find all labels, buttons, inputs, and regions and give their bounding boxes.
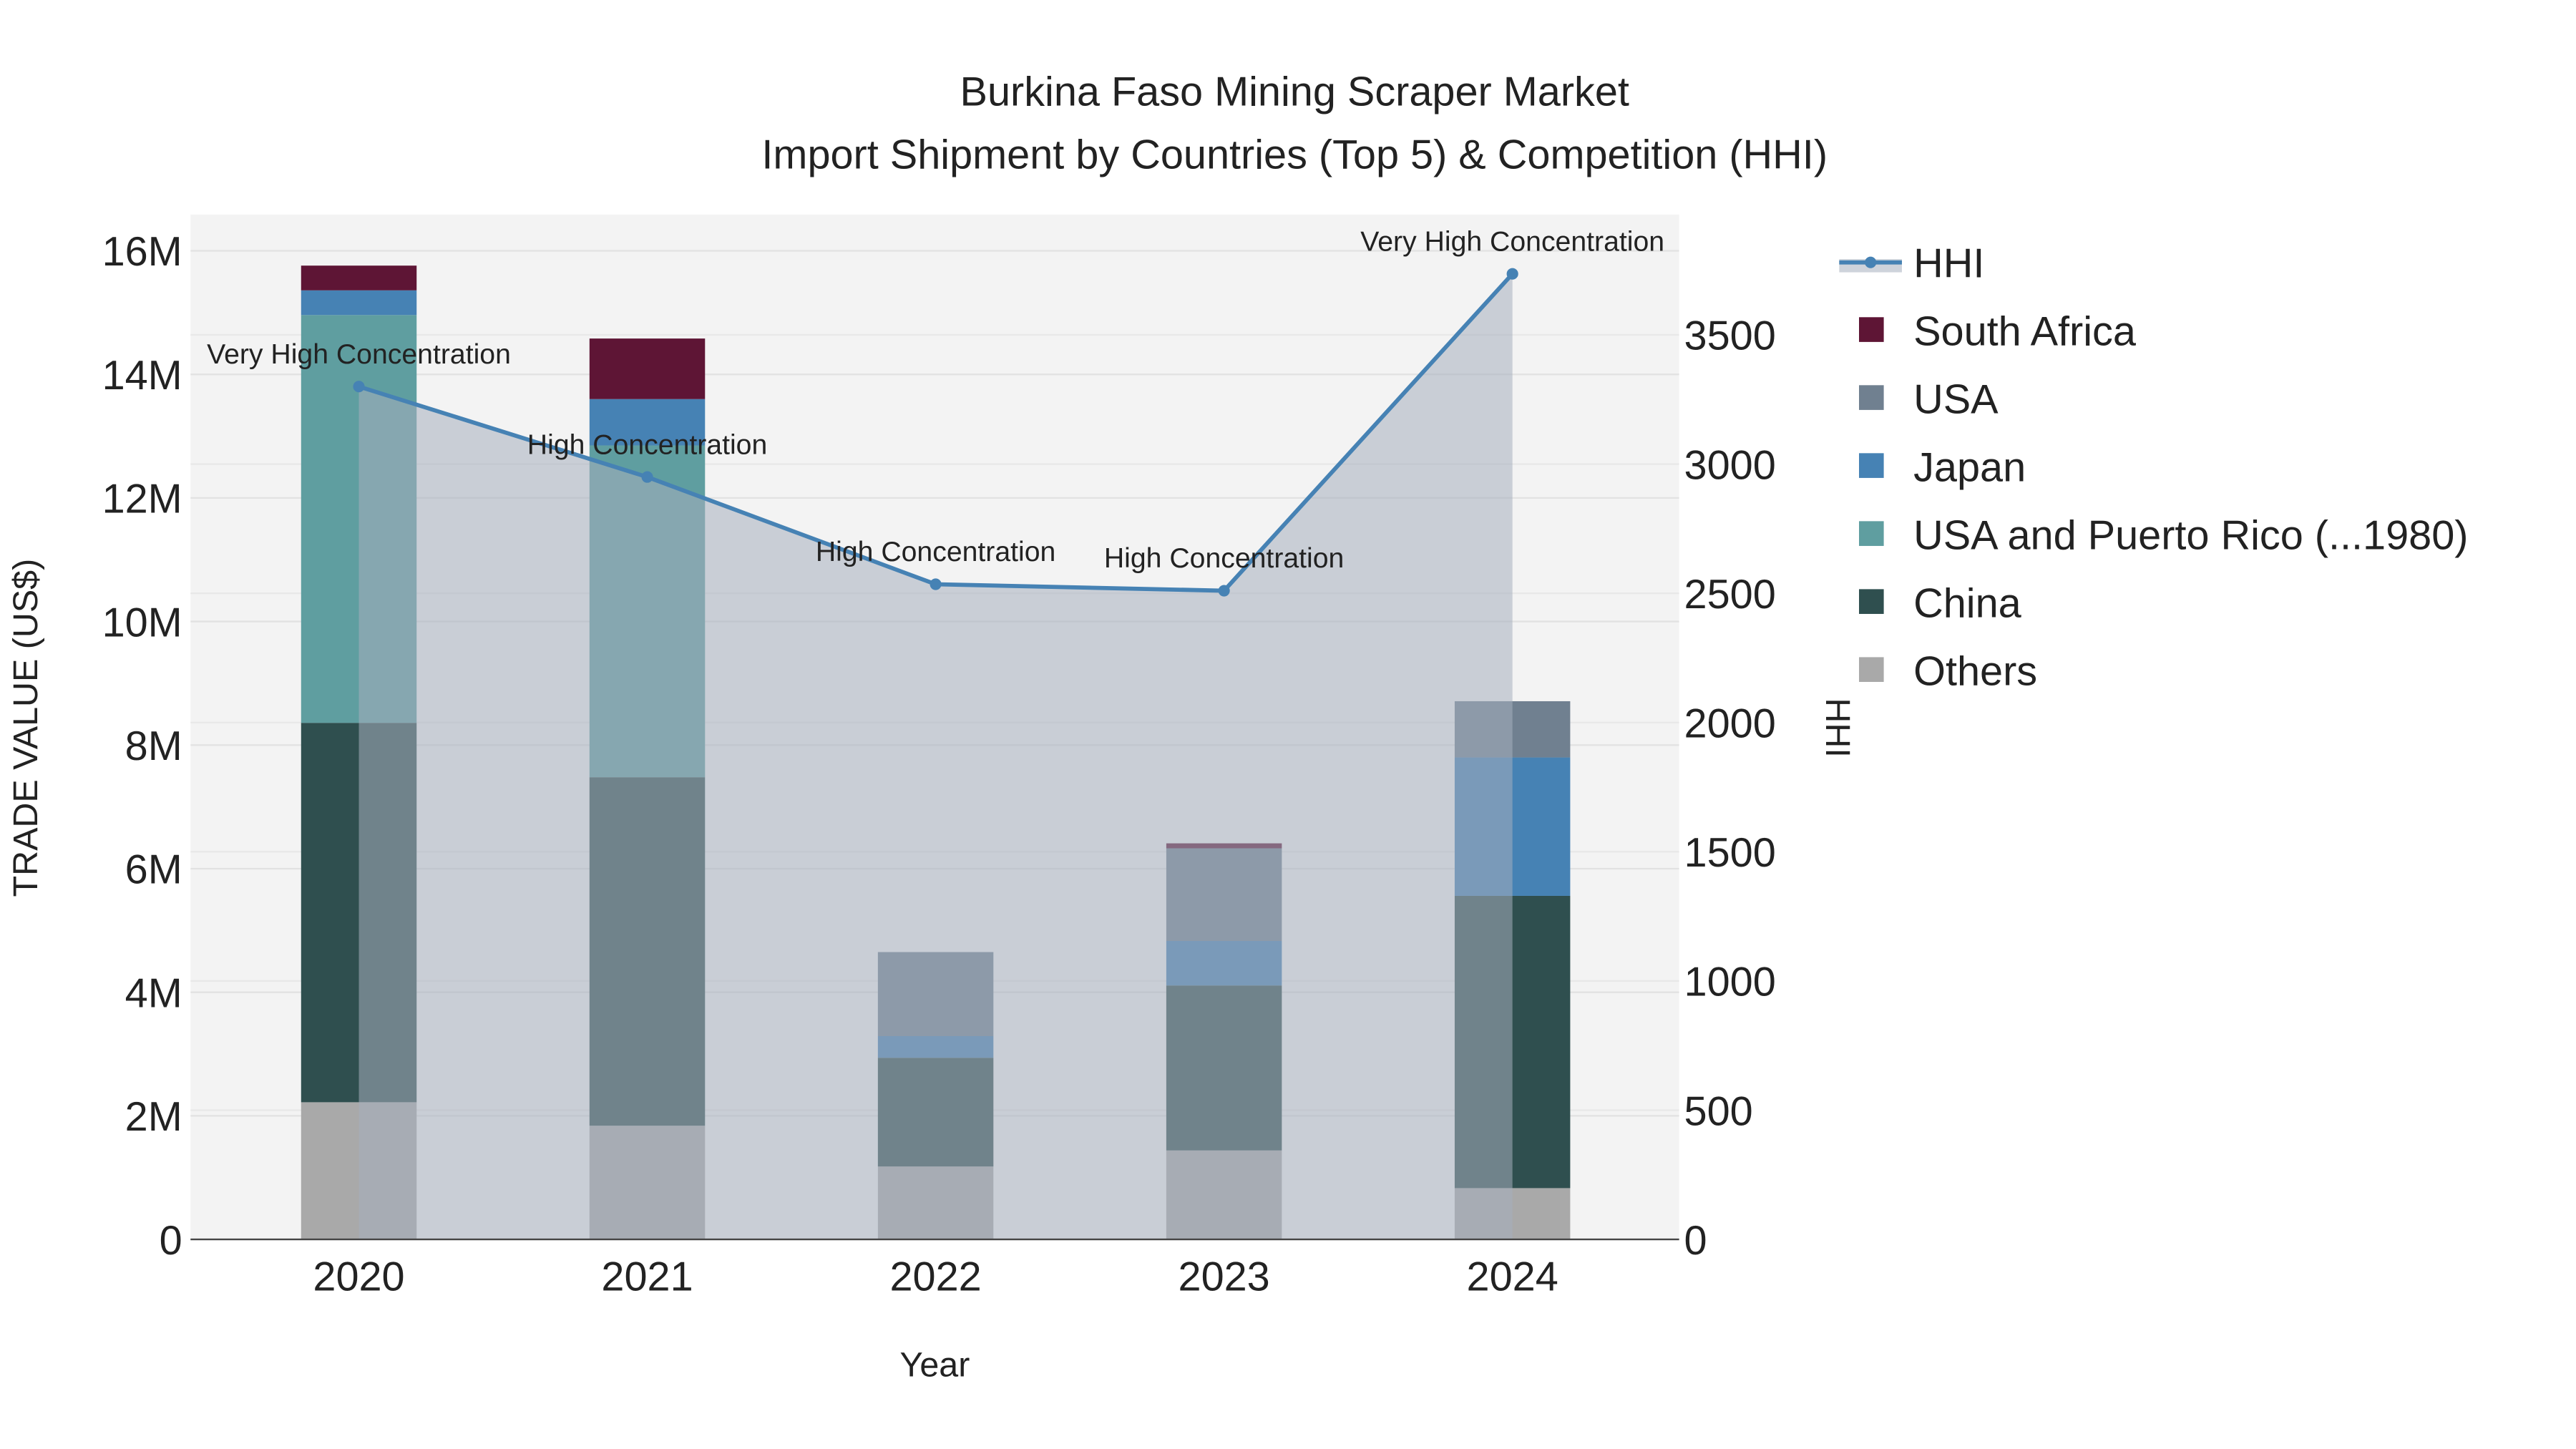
y2-tick-label: 3500 — [1684, 313, 1776, 359]
y-tick-label: 10M — [102, 600, 182, 645]
legend-label: China — [1913, 581, 2022, 627]
legend-label: Others — [1913, 649, 2037, 695]
y2-tick-label: 500 — [1684, 1088, 1753, 1134]
y2-tick-label: 1000 — [1684, 960, 1776, 1005]
legend-label: USA and Puerto Rico (...1980) — [1913, 513, 2468, 559]
legend-label: Japan — [1913, 445, 2026, 491]
hhi-point — [930, 578, 942, 590]
x-tick-label: 2020 — [313, 1254, 404, 1300]
x-tick-label: 2021 — [601, 1254, 693, 1300]
legend: HHI South Africa USA Japan USA and Puerto Ri… — [1839, 240, 2468, 695]
y2-tick-label: 3000 — [1684, 442, 1776, 488]
y2-tick-label: 0 — [1684, 1218, 1707, 1264]
legend-swatch-hhi-marker — [1865, 256, 1877, 268]
legend-label: USA — [1913, 377, 1999, 423]
y2-axis-ticks: 0 500 1000 1500 2000 2500 3000 3500 — [1684, 313, 1776, 1264]
legend-swatch — [1859, 589, 1884, 614]
y-tick-label: 8M — [125, 723, 182, 769]
x-tick-label: 2024 — [1467, 1254, 1558, 1300]
y-tick-label: 0 — [160, 1218, 182, 1264]
legend-label: HHI — [1913, 240, 1984, 286]
y2-tick-label: 2000 — [1684, 701, 1776, 746]
x-tick-label: 2023 — [1179, 1254, 1270, 1300]
hhi-point — [1506, 268, 1518, 280]
hhi-point — [1218, 585, 1230, 597]
bar-segment-japan — [301, 290, 417, 316]
legend-label: South Africa — [1913, 308, 2137, 354]
y-tick-label: 2M — [125, 1094, 182, 1140]
y-tick-label: 4M — [125, 970, 182, 1016]
y-tick-label: 16M — [102, 229, 182, 275]
legend-swatch — [1859, 453, 1884, 478]
hhi-annotation: High Concentration — [816, 537, 1055, 567]
hhi-annotation: Very High Concentration — [207, 339, 511, 370]
legend-swatch — [1859, 657, 1884, 682]
y-tick-label: 14M — [102, 353, 182, 399]
y2-axis-label: HHI — [1818, 698, 1857, 757]
legend-swatch — [1859, 521, 1884, 546]
x-axis-label: Year — [900, 1346, 970, 1385]
y2-tick-label: 2500 — [1684, 572, 1776, 618]
x-tick-label: 2022 — [889, 1254, 981, 1300]
y-tick-label: 6M — [125, 847, 182, 893]
bar-segment-south-africa — [589, 338, 706, 399]
hhi-annotation: High Concentration — [527, 429, 767, 460]
bar-segment-south-africa — [301, 265, 417, 291]
hhi-annotation: Very High Concentration — [1360, 226, 1664, 257]
y-axis-ticks: 0 2M 4M 6M 8M 10M 12M 14M 16M — [102, 229, 182, 1264]
y-axis-label: TRADE VALUE (US$) — [6, 559, 45, 897]
legend-swatch — [1859, 385, 1884, 410]
chart-subtitle: Import Shipment by Countries (Top 5) & C… — [761, 132, 1828, 177]
legend-swatch — [1859, 317, 1884, 342]
hhi-point — [641, 471, 653, 483]
hhi-annotation: High Concentration — [1104, 543, 1344, 574]
hhi-point — [353, 381, 365, 393]
y-tick-label: 12M — [102, 477, 182, 522]
x-axis-ticks: 2020 2021 2022 2023 2024 — [313, 1254, 1558, 1300]
y2-tick-label: 1500 — [1684, 830, 1776, 876]
chart-title: Burkina Faso Mining Scraper Market — [960, 69, 1629, 115]
chart: Burkina Faso Mining Scraper Market Impor… — [6, 69, 2469, 1385]
